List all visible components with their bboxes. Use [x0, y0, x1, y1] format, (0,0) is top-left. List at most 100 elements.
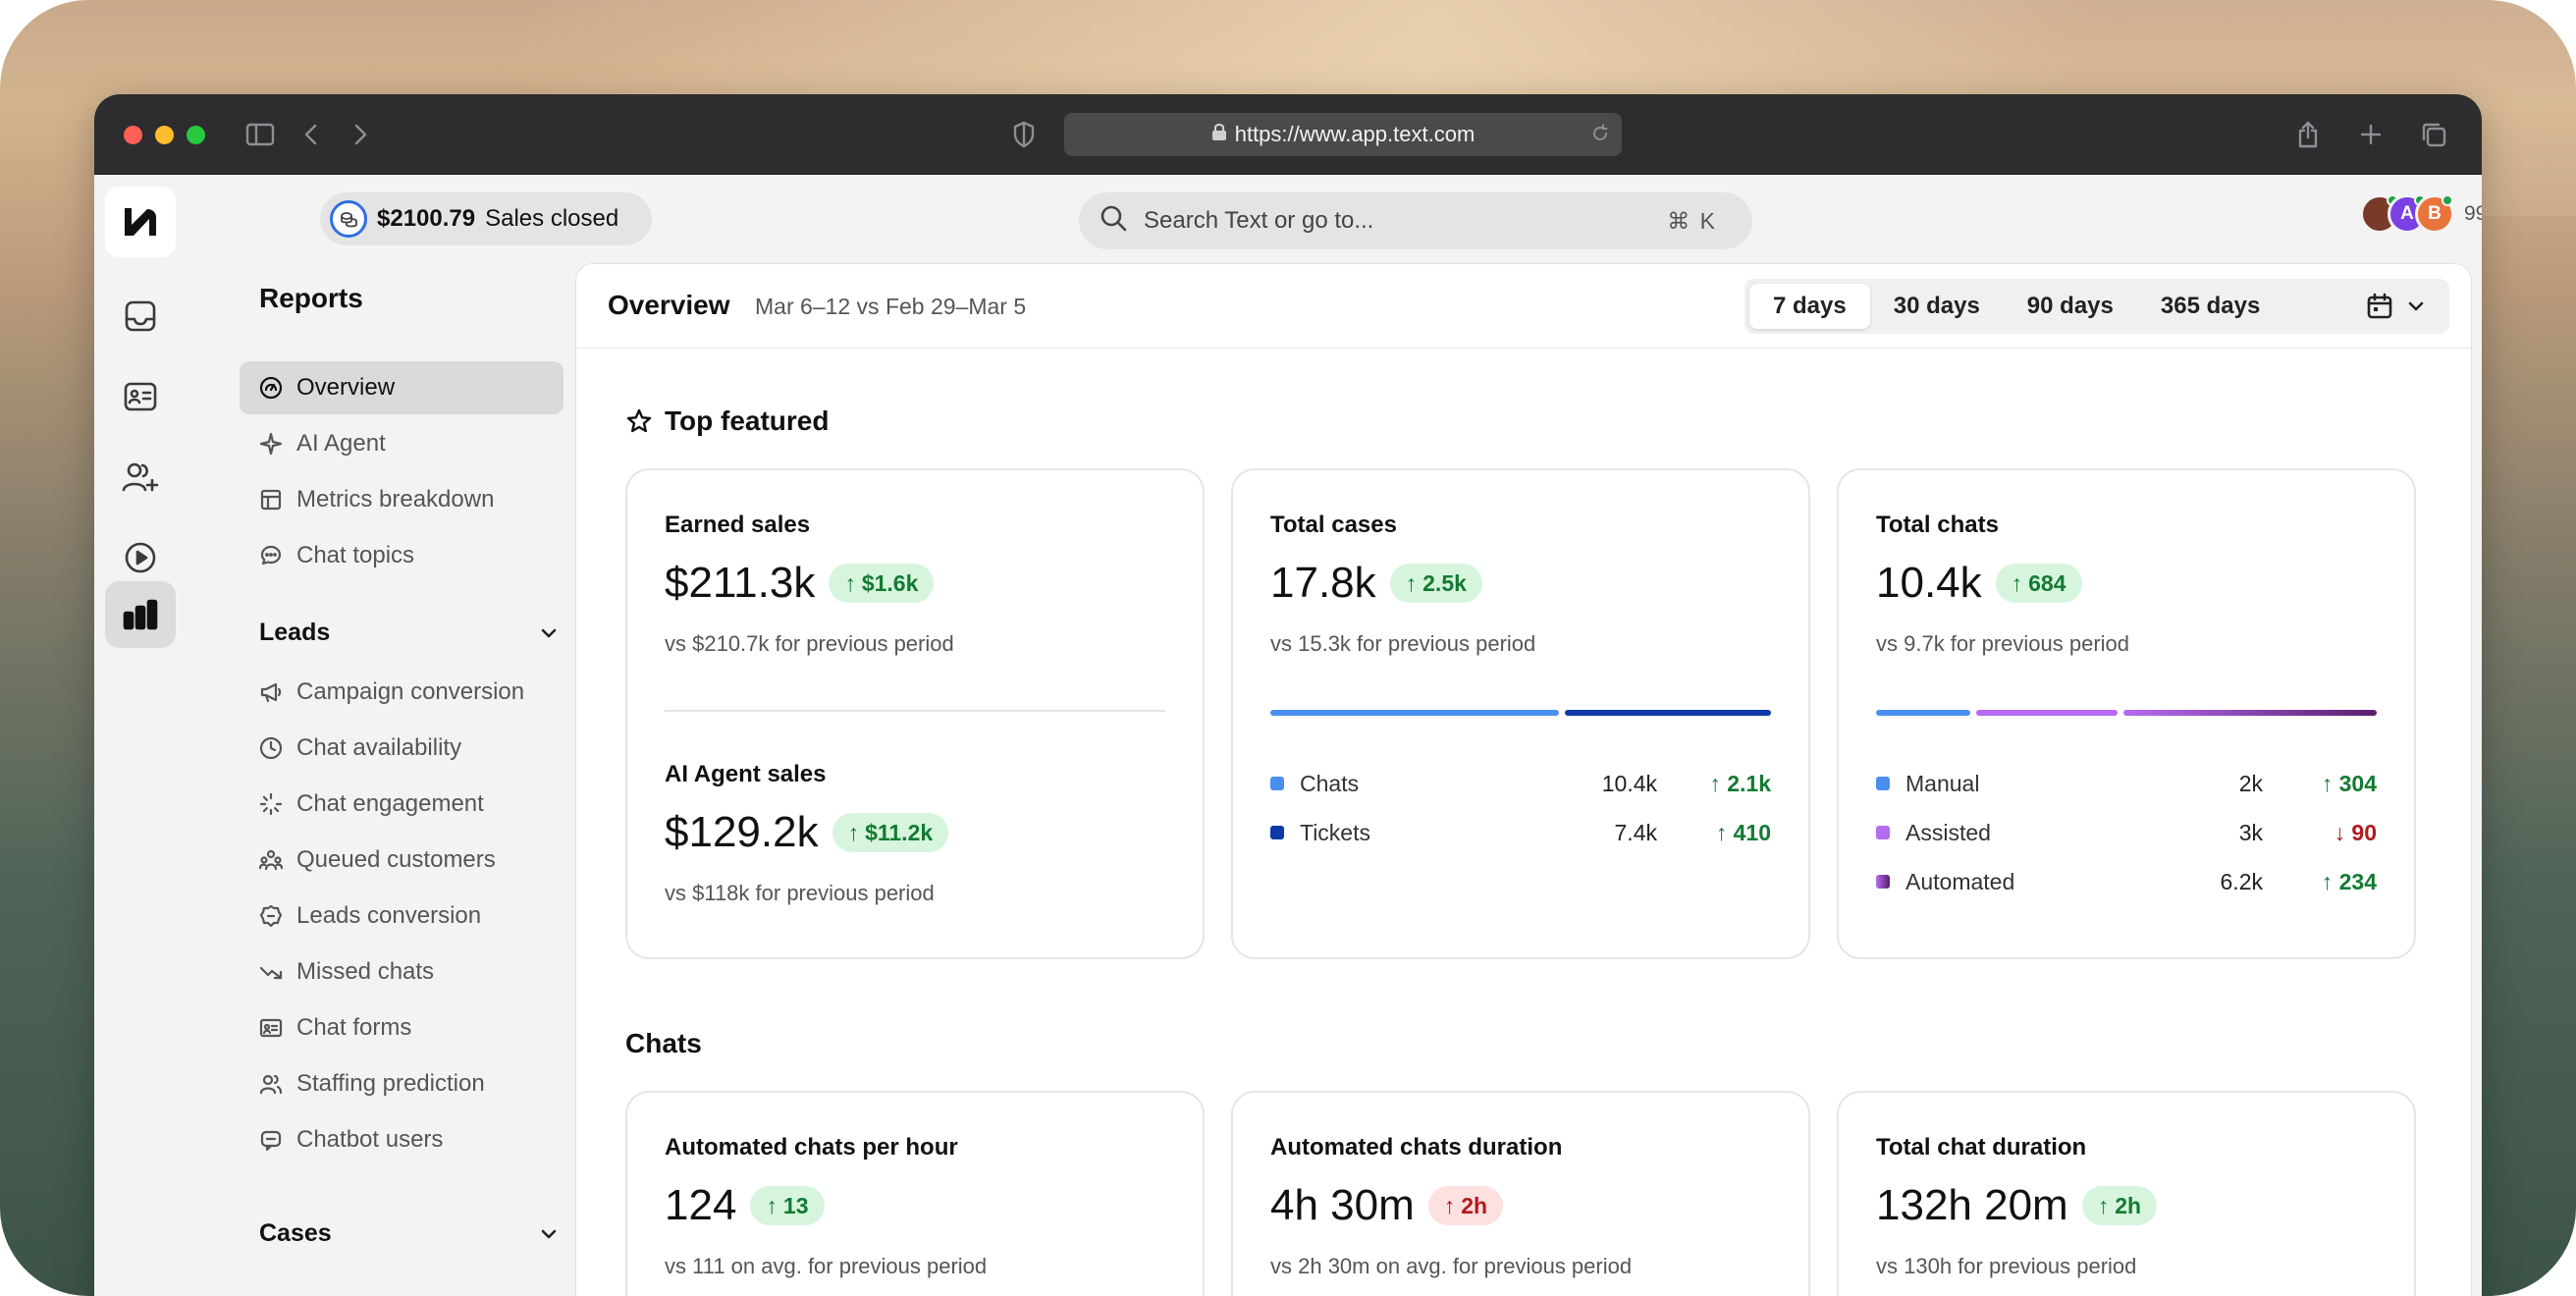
coins-icon — [330, 200, 367, 238]
badge-icon — [259, 904, 283, 928]
search-input[interactable]: Search Text or go to... ⌘ K — [1079, 192, 1752, 249]
arrow-up-icon: ↑ — [2011, 569, 2023, 596]
sales-card: Earned sales $211.3k ↑ $1.6k vs $210.7k f… — [625, 468, 1205, 959]
minimize-window-button[interactable] — [155, 126, 174, 144]
share-icon[interactable] — [2287, 114, 2329, 155]
reload-icon[interactable] — [1590, 124, 1610, 149]
share-segment-manual — [1876, 710, 1970, 716]
legend-swatch — [1876, 826, 1890, 839]
arrow-up-icon: ↑ — [847, 819, 860, 845]
metric-comparison: vs 2h 30m on avg. for previous period — [1270, 1254, 1633, 1278]
range-tabs: 7 days 30 days 90 days 365 days — [1744, 279, 2449, 334]
sidebar-item-campaign-conversion[interactable]: Campaign conversion — [240, 666, 564, 719]
sidebar-item-ai-agent[interactable]: AI Agent — [240, 417, 564, 470]
earned-sales-value: $211.3k ↑ $1.6k — [665, 559, 935, 608]
total-chats-comparison: vs 9.7k for previous period — [1876, 631, 2130, 656]
sidebar-item-staffing-prediction[interactable]: Staffing prediction — [240, 1057, 564, 1110]
arrow-up-icon: ↑ — [844, 569, 856, 596]
legend-value: 10.4k — [1601, 770, 1657, 796]
arrow-up-icon: ↑ — [1443, 1192, 1456, 1218]
legend-delta: ↓ 90 — [2334, 819, 2377, 845]
url-text: https://www.app.text.com — [1234, 122, 1476, 146]
clock-icon — [259, 736, 283, 760]
back-icon[interactable] — [291, 114, 332, 155]
inbox-icon[interactable] — [105, 283, 176, 350]
legend-value: 6.2k — [2220, 868, 2263, 894]
megaphone-icon — [260, 682, 282, 703]
app-logo[interactable] — [105, 187, 176, 257]
legend-value: 2k — [2238, 770, 2263, 796]
sidebar-item-chatbot-users[interactable]: Chatbot users — [240, 1113, 564, 1166]
form-icon — [259, 1018, 283, 1038]
legend-swatch — [1270, 777, 1284, 790]
ai-agent-sales-label: AI Agent sales — [665, 761, 827, 787]
tab-90-days[interactable]: 90 days — [2004, 284, 2137, 329]
sidebar-item-chat-availability[interactable]: Chat availability — [240, 722, 564, 775]
search-icon — [1099, 203, 1128, 240]
arrow-up-icon: ↑ — [1405, 569, 1418, 596]
metric-value: $129.2k — [665, 808, 819, 856]
sidebar-item-metrics-breakdown[interactable]: Metrics breakdown — [240, 473, 564, 526]
metric-label: Automated chats duration — [1270, 1134, 1563, 1161]
sidebar-item-label: Chat engagement — [296, 790, 484, 817]
team-avatars[interactable]: A B 99 — [2360, 194, 2482, 234]
sidebar-item-queued-customers[interactable]: Queued customers — [240, 834, 564, 887]
sales-label: Sales closed — [485, 205, 619, 232]
cases-section-header[interactable]: Cases — [259, 1219, 560, 1248]
contacts-card-icon[interactable] — [105, 363, 176, 430]
desktop-background: https://www.app.text.com $2100.79 Sales … — [0, 0, 2576, 1296]
privacy-shield-icon[interactable] — [1003, 114, 1045, 155]
sidebar-item-chat-forms[interactable]: Chat forms — [240, 1001, 564, 1054]
tab-365-days[interactable]: 365 days — [2137, 284, 2283, 329]
address-bar[interactable]: https://www.app.text.com — [1064, 113, 1622, 156]
metric-label: Automated chats per hour — [665, 1134, 958, 1161]
delta-badge: ↑ 13 — [750, 1186, 825, 1225]
close-window-button[interactable] — [124, 126, 142, 144]
tab-overview-icon[interactable] — [2413, 114, 2454, 155]
section-title: Leads — [259, 619, 331, 646]
sparkle-icon — [259, 432, 283, 456]
forward-icon[interactable] — [340, 114, 381, 155]
chat-bubble-icon — [260, 545, 282, 566]
sales-closed-pill[interactable]: $2100.79 Sales closed — [320, 192, 653, 245]
sidebar-item-chat-topics[interactable]: Chat topics — [240, 529, 564, 582]
app-topbar: $2100.79 Sales closed Search Text or go … — [240, 175, 2482, 263]
legend-row-automated: Automated 6.2k ↑ 234 — [1876, 867, 2377, 896]
delta-badge: ↑ 684 — [1995, 564, 2082, 603]
page-title: Overview — [608, 290, 730, 320]
sidebar-item-label: Chat availability — [296, 734, 462, 761]
sales-amount: $2100.79 — [377, 205, 476, 232]
leads-section-header[interactable]: Leads — [259, 619, 560, 647]
legend-row-chats: Chats 10.4k ↑ 2.1k — [1270, 769, 1771, 798]
delta-badge: ↑ $11.2k — [832, 813, 949, 852]
maximize-window-button[interactable] — [187, 126, 205, 144]
legend-name: Tickets — [1300, 819, 1370, 845]
cases-share-bar — [1270, 710, 1771, 716]
metric-label: Total chat duration — [1876, 1134, 2087, 1161]
sidebar-item-overview[interactable]: Overview — [240, 361, 564, 414]
date-range: Mar 6–12 vs Feb 29–Mar 5 — [755, 294, 1027, 319]
sidebar-item-chat-engagement[interactable]: Chat engagement — [240, 778, 564, 831]
tab-7-days[interactable]: 7 days — [1749, 284, 1870, 329]
table-icon — [260, 489, 282, 511]
sidebar-item-leads-conversion[interactable]: Leads conversion — [240, 890, 564, 943]
tab-30-days[interactable]: 30 days — [1870, 284, 2004, 329]
add-team-icon[interactable] — [105, 444, 176, 511]
legend-swatch — [1270, 826, 1284, 839]
custom-range-button[interactable] — [2366, 293, 2444, 320]
legend-name: Chats — [1300, 770, 1360, 796]
lock-icon — [1211, 122, 1227, 147]
reports-chart-icon[interactable] — [105, 581, 176, 648]
total-chat-duration-card: Total chat duration 132h 20m ↑ 2h vs 130h… — [1837, 1091, 2416, 1296]
main-header: Overview Mar 6–12 vs Feb 29–Mar 5 7 days… — [576, 264, 2471, 349]
chats-heading: Chats — [625, 1028, 702, 1059]
section-title: Top featured — [665, 405, 830, 436]
avatar[interactable]: B — [2415, 194, 2454, 234]
sidebar-item-missed-chats[interactable]: Missed chats — [240, 945, 564, 999]
legend-value: 7.4k — [1614, 819, 1657, 845]
sidebar-toggle-icon[interactable] — [240, 114, 281, 155]
share-segment-automated — [2123, 710, 2377, 716]
loader-icon — [259, 792, 283, 816]
new-tab-icon[interactable] — [2350, 114, 2391, 155]
sidebar-item-label: Staffing prediction — [296, 1070, 485, 1097]
